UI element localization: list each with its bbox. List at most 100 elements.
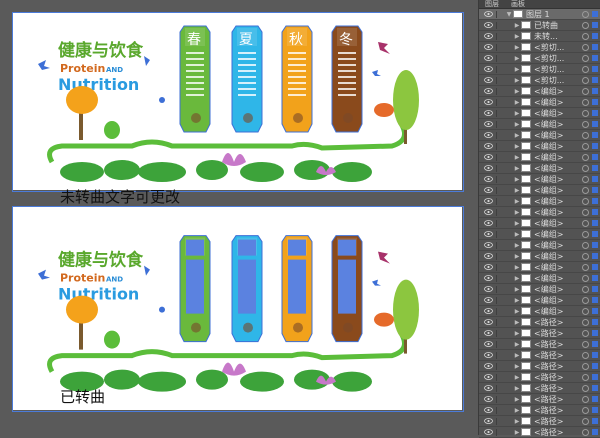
lock-slot[interactable]	[496, 98, 505, 106]
layer-row[interactable]: ▶ <编组>	[479, 284, 600, 295]
target-circle-icon[interactable]	[582, 318, 589, 326]
layer-row[interactable]: ▶ <剪切...	[479, 53, 600, 64]
artboard-2[interactable]: 健康与饮食 Protein AND Nutrition	[12, 206, 462, 410]
lock-slot[interactable]	[496, 32, 505, 40]
lock-slot[interactable]	[496, 54, 505, 62]
eye-icon[interactable]	[483, 253, 493, 260]
target-circle-icon[interactable]	[582, 164, 589, 172]
eye-icon[interactable]	[483, 319, 493, 326]
lock-slot[interactable]	[496, 197, 505, 205]
eye-icon[interactable]	[483, 88, 493, 95]
lock-slot[interactable]	[496, 406, 505, 414]
target-circle-icon[interactable]	[582, 32, 589, 40]
eye-icon[interactable]	[483, 396, 493, 403]
disclosure-triangle-icon[interactable]: ▶	[513, 352, 521, 359]
lock-slot[interactable]	[496, 164, 505, 172]
eye-icon[interactable]	[483, 176, 493, 183]
layer-row[interactable]: ▼ 图层 1	[479, 9, 600, 20]
layer-row[interactable]: ▶ <路径>	[479, 405, 600, 416]
layer-row[interactable]: ▶ <编组>	[479, 130, 600, 141]
disclosure-triangle-icon[interactable]: ▶	[513, 418, 521, 425]
target-circle-icon[interactable]	[582, 21, 589, 29]
target-circle-icon[interactable]	[582, 351, 589, 359]
lock-slot[interactable]	[496, 87, 505, 95]
layer-row[interactable]: ▶ <剪切...	[479, 75, 600, 86]
target-circle-icon[interactable]	[582, 175, 589, 183]
eye-icon[interactable]	[483, 418, 493, 425]
layer-row[interactable]: ▶ <路径>	[479, 339, 600, 350]
disclosure-triangle-icon[interactable]: ▶	[513, 143, 521, 150]
target-circle-icon[interactable]	[582, 120, 589, 128]
eye-icon[interactable]	[483, 264, 493, 271]
layer-row[interactable]: ▶ <编组>	[479, 163, 600, 174]
disclosure-triangle-icon[interactable]: ▶	[513, 341, 521, 348]
eye-icon[interactable]	[483, 308, 493, 315]
eye-icon[interactable]	[483, 66, 493, 73]
layer-row[interactable]: ▶ <编组>	[479, 218, 600, 229]
target-circle-icon[interactable]	[582, 230, 589, 238]
lock-slot[interactable]	[496, 384, 505, 392]
lock-slot[interactable]	[496, 241, 505, 249]
disclosure-triangle-icon[interactable]: ▶	[513, 385, 521, 392]
eye-icon[interactable]	[483, 143, 493, 150]
disclosure-triangle-icon[interactable]: ▶	[513, 275, 521, 282]
eye-icon[interactable]	[483, 297, 493, 304]
layer-row[interactable]: ▶ <编组>	[479, 262, 600, 273]
eye-icon[interactable]	[483, 220, 493, 227]
disclosure-triangle-icon[interactable]: ▶	[513, 55, 521, 62]
layer-row[interactable]: ▶ <编组>	[479, 207, 600, 218]
layer-row[interactable]: ▶ <编组>	[479, 295, 600, 306]
eye-icon[interactable]	[483, 209, 493, 216]
lock-slot[interactable]	[496, 131, 505, 139]
disclosure-triangle-icon[interactable]: ▶	[513, 187, 521, 194]
disclosure-triangle-icon[interactable]: ▶	[513, 264, 521, 271]
target-circle-icon[interactable]	[582, 208, 589, 216]
eye-icon[interactable]	[483, 77, 493, 84]
lock-slot[interactable]	[496, 21, 505, 29]
disclosure-triangle-icon[interactable]: ▶	[513, 231, 521, 238]
disclosure-triangle-icon[interactable]: ▶	[513, 132, 521, 139]
lock-slot[interactable]	[496, 395, 505, 403]
layer-row[interactable]: ▶ <编组>	[479, 306, 600, 317]
eye-icon[interactable]	[483, 33, 493, 40]
disclosure-triangle-icon[interactable]: ▶	[513, 242, 521, 249]
lock-slot[interactable]	[496, 318, 505, 326]
artwork-text-version[interactable]: 健康与饮食Protein ANDNutrition春夏秋冬	[12, 12, 462, 190]
eye-icon[interactable]	[483, 352, 493, 359]
eye-icon[interactable]	[483, 363, 493, 370]
eye-icon[interactable]	[483, 132, 493, 139]
eye-icon[interactable]	[483, 154, 493, 161]
disclosure-triangle-icon[interactable]: ▶	[513, 286, 521, 293]
layer-row[interactable]: ▶ <编组>	[479, 152, 600, 163]
disclosure-triangle-icon[interactable]: ▼	[505, 11, 513, 18]
target-circle-icon[interactable]	[582, 43, 589, 51]
eye-icon[interactable]	[483, 110, 493, 117]
layer-row[interactable]: ▶ <编组>	[479, 251, 600, 262]
layer-row[interactable]: ▶ <编组>	[479, 141, 600, 152]
target-circle-icon[interactable]	[582, 131, 589, 139]
layer-row[interactable]: ▶ <编组>	[479, 185, 600, 196]
target-circle-icon[interactable]	[582, 395, 589, 403]
disclosure-triangle-icon[interactable]: ▶	[513, 407, 521, 414]
lock-slot[interactable]	[496, 120, 505, 128]
disclosure-triangle-icon[interactable]: ▶	[513, 297, 521, 304]
lock-slot[interactable]	[496, 219, 505, 227]
layer-row[interactable]: ▶ <路径>	[479, 383, 600, 394]
eye-icon[interactable]	[483, 242, 493, 249]
disclosure-triangle-icon[interactable]: ▶	[513, 165, 521, 172]
lock-slot[interactable]	[496, 351, 505, 359]
target-circle-icon[interactable]	[582, 197, 589, 205]
eye-icon[interactable]	[483, 231, 493, 238]
lock-slot[interactable]	[496, 65, 505, 73]
target-circle-icon[interactable]	[582, 54, 589, 62]
eye-icon[interactable]	[483, 275, 493, 282]
disclosure-triangle-icon[interactable]: ▶	[513, 44, 521, 51]
lock-slot[interactable]	[496, 285, 505, 293]
target-circle-icon[interactable]	[582, 76, 589, 84]
disclosure-triangle-icon[interactable]: ▶	[513, 330, 521, 337]
target-circle-icon[interactable]	[582, 274, 589, 282]
disclosure-triangle-icon[interactable]: ▶	[513, 319, 521, 326]
lock-slot[interactable]	[496, 142, 505, 150]
layer-row[interactable]: ▶ <编组>	[479, 196, 600, 207]
disclosure-triangle-icon[interactable]: ▶	[513, 121, 521, 128]
